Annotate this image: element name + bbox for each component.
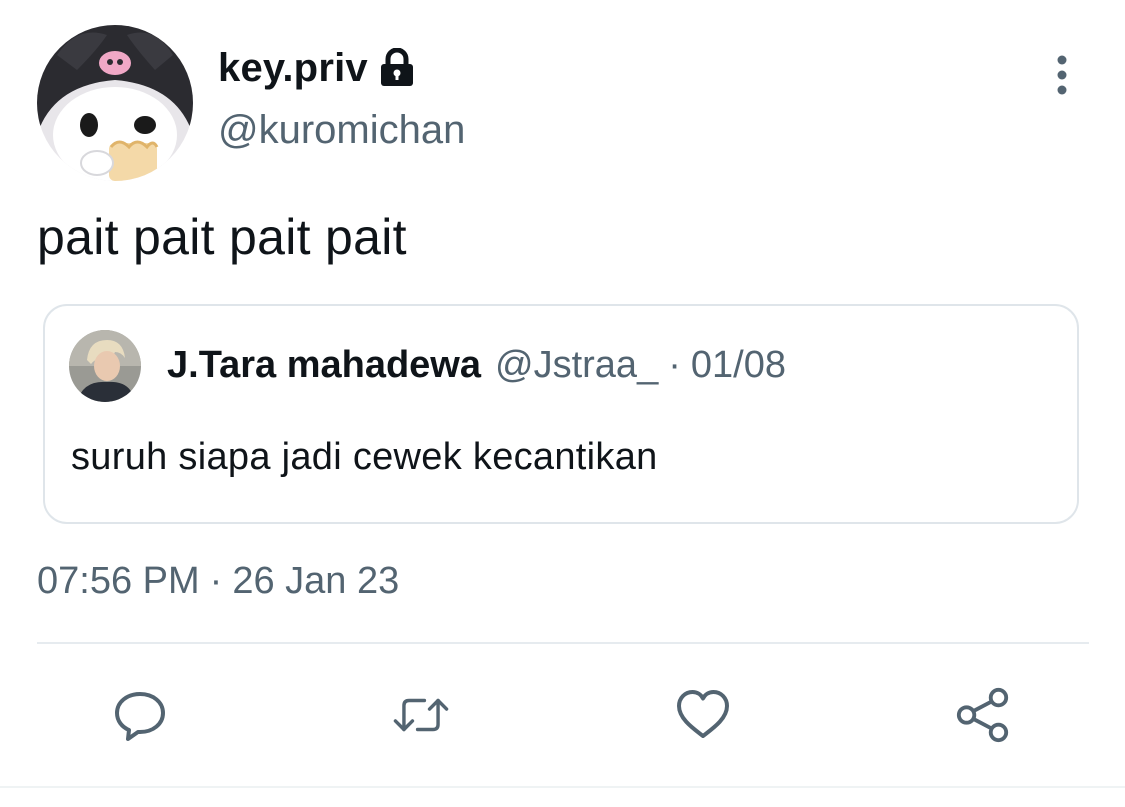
timestamp-time: 07:56 PM [37,560,200,602]
timestamp-date: 26 Jan 23 [232,560,400,602]
quoted-tweet-card[interactable]: J.Tara mahadewa @Jstraa_ · 01/08 suruh s… [43,304,1079,524]
quoted-tweet-header: J.Tara mahadewa @Jstraa_ · 01/08 [167,344,786,387]
like-button[interactable] [674,686,732,744]
tweet-timestamp: 07:56 PM · 26 Jan 23 [37,560,399,603]
timestamp-separator: · [209,560,223,602]
kuromi-avatar-icon [37,25,193,181]
more-vertical-icon [1057,55,1067,95]
quoted-header-separator: · [668,344,681,386]
quoted-author-handle: @Jstraa_ [495,344,659,386]
heart-icon [677,690,729,738]
reply-button[interactable] [111,686,169,744]
quoted-tweet-text: suruh siapa jadi cewek kecantikan [71,436,658,478]
author-handle[interactable]: @kuromichan [218,108,465,153]
quoted-author-name: J.Tara mahadewa [167,344,482,386]
retweet-button[interactable] [392,686,450,744]
author-name[interactable]: key.priv [218,46,368,91]
author-avatar[interactable] [37,25,193,181]
quoted-author-avatar [69,330,141,402]
retweet-icon [393,698,449,732]
share-icon [956,687,1009,743]
more-options-button[interactable] [1044,50,1080,100]
divider [37,642,1089,644]
tweet-text: pait pait pait pait [37,209,407,265]
quoted-tweet-date: 01/08 [690,344,786,386]
author-name-row: key.priv [218,44,416,92]
lock-icon [378,47,416,88]
bottom-border [0,786,1125,788]
reply-icon [115,692,165,741]
share-button[interactable] [954,686,1012,744]
